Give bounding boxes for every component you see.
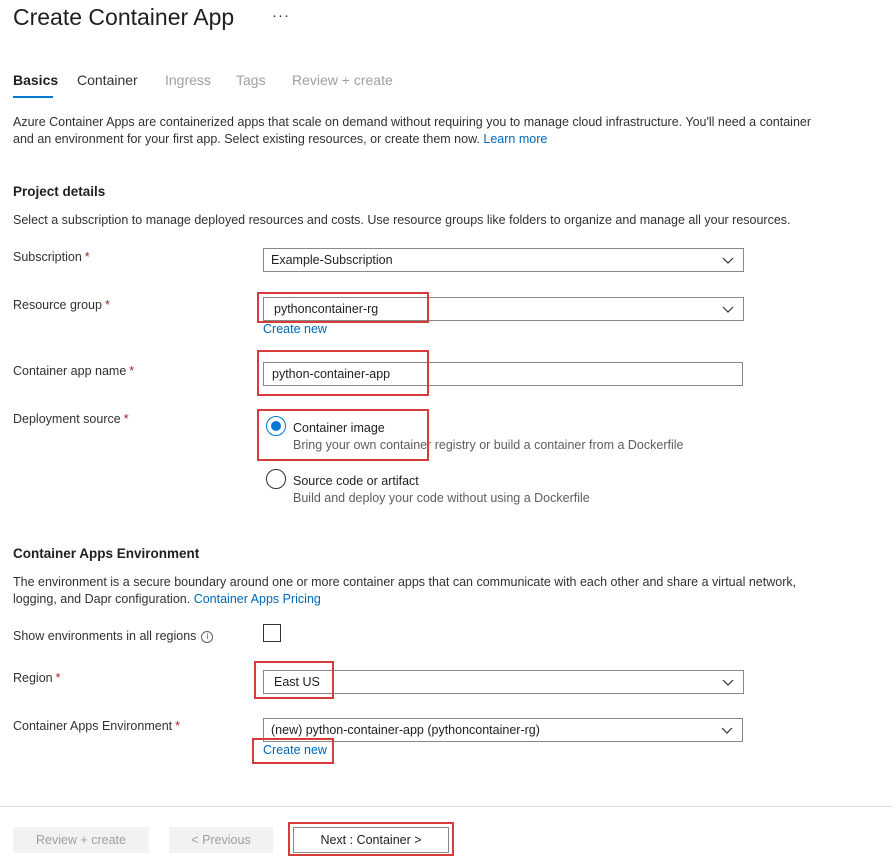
previous-button[interactable]: < Previous: [169, 827, 273, 853]
required-indicator: *: [123, 412, 129, 426]
chevron-down-icon: [722, 257, 734, 264]
subscription-dropdown[interactable]: Example-Subscription: [263, 248, 744, 272]
show-all-regions-checkbox[interactable]: [263, 624, 281, 642]
chevron-down-icon: [721, 727, 733, 734]
container-apps-environment-label-text: Container Apps Environment: [13, 719, 173, 733]
chevron-down-icon: [722, 679, 734, 686]
tab-container[interactable]: Container: [77, 72, 138, 88]
environment-text: The environment is a secure boundary aro…: [13, 574, 833, 608]
page-title: Create Container App: [13, 4, 235, 30]
required-indicator: *: [55, 671, 61, 685]
show-all-regions-label: Show environments in all regions i: [13, 629, 214, 643]
resource-group-dropdown[interactable]: pythoncontainer-rg: [263, 297, 744, 321]
container-app-name-label: Container app name *: [13, 364, 134, 378]
container-app-name-input[interactable]: python-container-app: [263, 362, 743, 386]
radio-source-code[interactable]: [266, 469, 286, 489]
region-label: Region *: [13, 671, 61, 685]
container-apps-environment-dropdown[interactable]: (new) python-container-app (pythoncontai…: [263, 718, 743, 742]
required-indicator: *: [129, 364, 135, 378]
footer-divider: [0, 806, 892, 807]
deployment-source-label-text: Deployment source: [13, 412, 121, 426]
review-create-button[interactable]: Review + create: [13, 827, 149, 853]
source-code-option-title[interactable]: Source code or artifact: [293, 474, 419, 488]
subscription-value: Example-Subscription: [271, 253, 393, 267]
info-icon[interactable]: i: [201, 630, 214, 643]
learn-more-link[interactable]: Learn more: [483, 132, 547, 146]
create-new-environment-link[interactable]: Create new: [263, 743, 327, 757]
subscription-label: Subscription *: [13, 250, 90, 264]
tab-review-create[interactable]: Review + create: [292, 72, 393, 88]
deployment-source-label: Deployment source *: [13, 412, 129, 426]
resource-group-value: pythoncontainer-rg: [274, 302, 379, 316]
tab-ingress[interactable]: Ingress: [165, 72, 211, 88]
highlight-box: [257, 409, 429, 461]
required-indicator: *: [84, 250, 90, 264]
environment-heading: Container Apps Environment: [13, 546, 200, 561]
container-app-name-label-text: Container app name: [13, 364, 127, 378]
radio-container-image[interactable]: [266, 416, 286, 436]
container-image-option-desc: Bring your own container registry or bui…: [293, 438, 684, 452]
active-tab-indicator: [13, 96, 53, 98]
environment-description: The environment is a secure boundary aro…: [13, 575, 797, 606]
show-all-regions-label-text: Show environments in all regions: [13, 629, 197, 643]
container-image-option-title[interactable]: Container image: [293, 421, 385, 435]
intro-description: Azure Container Apps are containerized a…: [13, 115, 812, 146]
container-apps-environment-label: Container Apps Environment *: [13, 719, 180, 733]
resource-group-label: Resource group *: [13, 298, 110, 312]
create-new-resource-group-link[interactable]: Create new: [263, 322, 327, 336]
required-indicator: *: [175, 719, 180, 733]
tab-basics[interactable]: Basics: [13, 72, 58, 88]
chevron-down-icon: [722, 306, 734, 313]
subscription-label-text: Subscription: [13, 250, 82, 264]
container-apps-pricing-link[interactable]: Container Apps Pricing: [194, 592, 321, 606]
source-code-option-desc: Build and deploy your code without using…: [293, 491, 590, 505]
region-label-text: Region: [13, 671, 53, 685]
resource-group-label-text: Resource group: [13, 298, 102, 312]
region-dropdown[interactable]: East US: [263, 670, 744, 694]
intro-text: Azure Container Apps are containerized a…: [13, 114, 833, 148]
container-apps-environment-value: (new) python-container-app (pythoncontai…: [271, 723, 540, 737]
tab-tags[interactable]: Tags: [236, 72, 266, 88]
next-container-button[interactable]: Next : Container >: [293, 827, 449, 853]
project-details-heading: Project details: [13, 184, 106, 199]
project-details-description: Select a subscription to manage deployed…: [13, 213, 791, 227]
region-value: East US: [274, 675, 320, 689]
more-actions-icon[interactable]: ···: [272, 7, 290, 24]
required-indicator: *: [104, 298, 110, 312]
